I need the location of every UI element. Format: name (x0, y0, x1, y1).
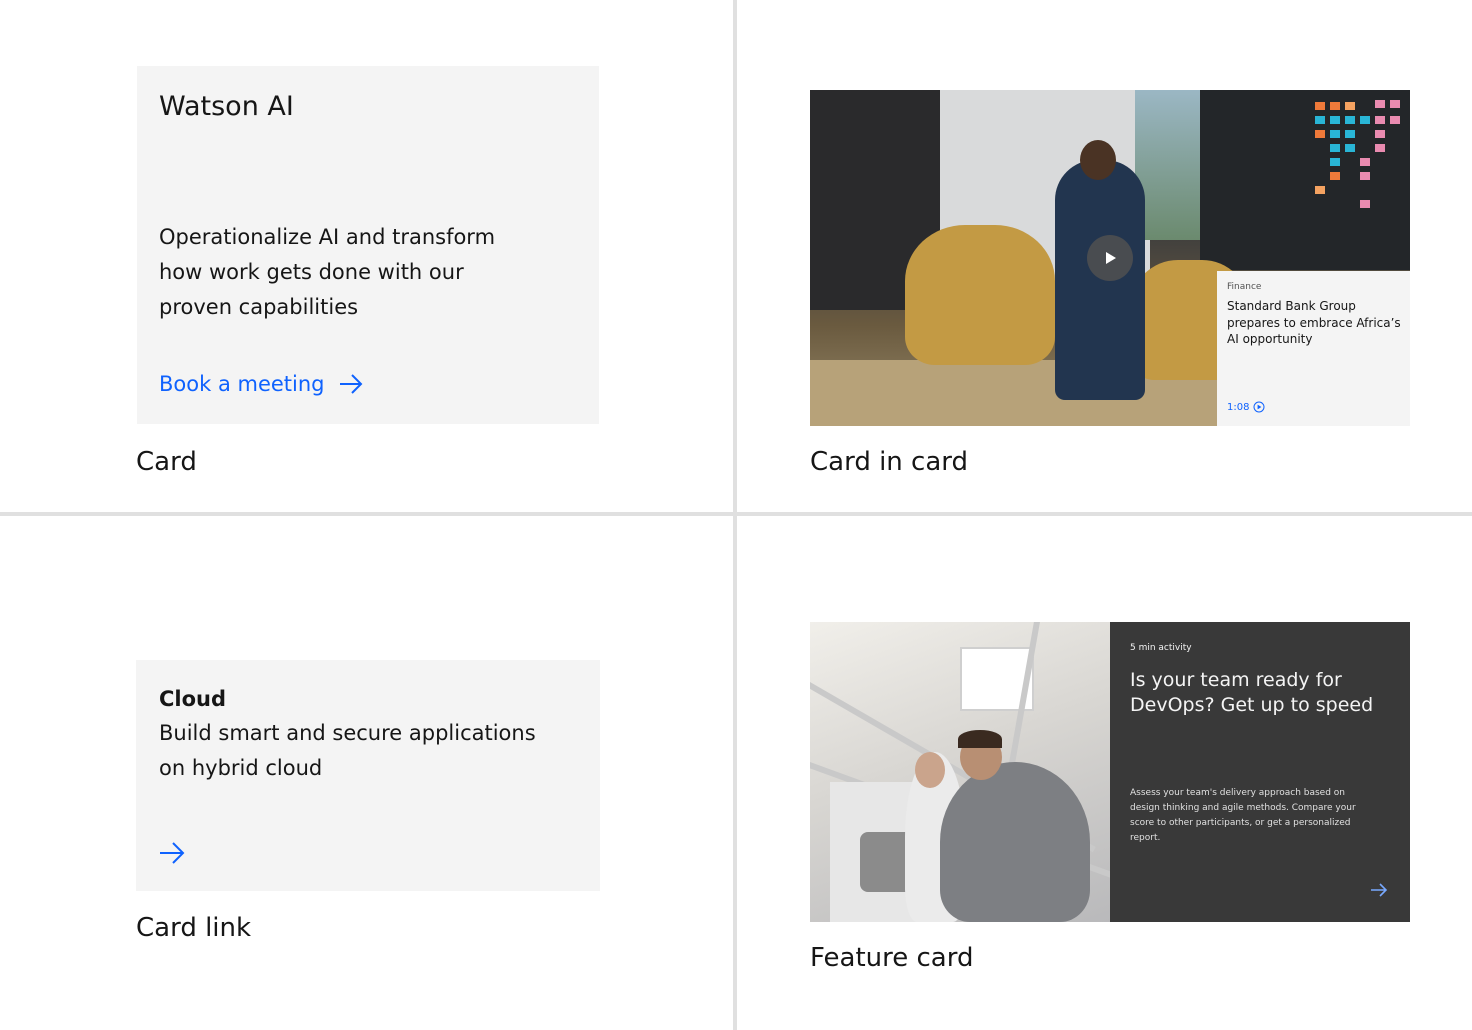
book-meeting-label: Book a meeting (159, 372, 325, 396)
feature-card-caption: Feature card (810, 943, 974, 973)
inner-card[interactable]: Finance Standard Bank Group prepares to … (1217, 271, 1410, 426)
feature-heading: Is your team ready for DevOps? Get up to… (1130, 669, 1374, 716)
card-link-caption: Card link (136, 913, 252, 943)
arrow-right-icon (1371, 883, 1388, 897)
card-title: Watson AI (159, 91, 294, 122)
horizontal-divider (0, 512, 1472, 516)
feature-card[interactable]: 5 min activity Is your team ready for De… (810, 622, 1410, 922)
feature-image (810, 622, 1110, 922)
video-duration-link[interactable]: 1:08 (1227, 401, 1265, 413)
card-in-card[interactable]: Finance Standard Bank Group prepares to … (810, 90, 1410, 426)
card-link[interactable]: Cloud Build smart and secure application… (136, 660, 600, 891)
feature-panel: 5 min activity Is your team ready for De… (1110, 622, 1410, 922)
play-circle-icon (1253, 401, 1265, 413)
feature-description: Assess your team's delivery approach bas… (1130, 788, 1356, 843)
play-icon (1106, 252, 1116, 264)
arrow-right-icon (160, 842, 185, 864)
inner-card-eyebrow: Finance (1227, 282, 1262, 292)
inner-card-heading: Standard Bank Group prepares to embrace … (1227, 299, 1401, 346)
video-duration: 1:08 (1227, 401, 1250, 413)
card-link-title: Cloud (159, 687, 227, 711)
card-caption: Card (136, 447, 197, 477)
card-description: Operationalize AI and transform how work… (159, 225, 496, 319)
play-button[interactable] (1087, 235, 1133, 281)
card: Watson AI Operationalize AI and transfor… (137, 66, 599, 424)
book-meeting-link[interactable]: Book a meeting (159, 370, 363, 398)
feature-eyebrow: 5 min activity (1130, 643, 1192, 653)
card-in-card-caption: Card in card (810, 447, 969, 477)
arrow-right-icon (339, 374, 362, 394)
card-link-description: Build smart and secure applications on h… (159, 721, 536, 780)
